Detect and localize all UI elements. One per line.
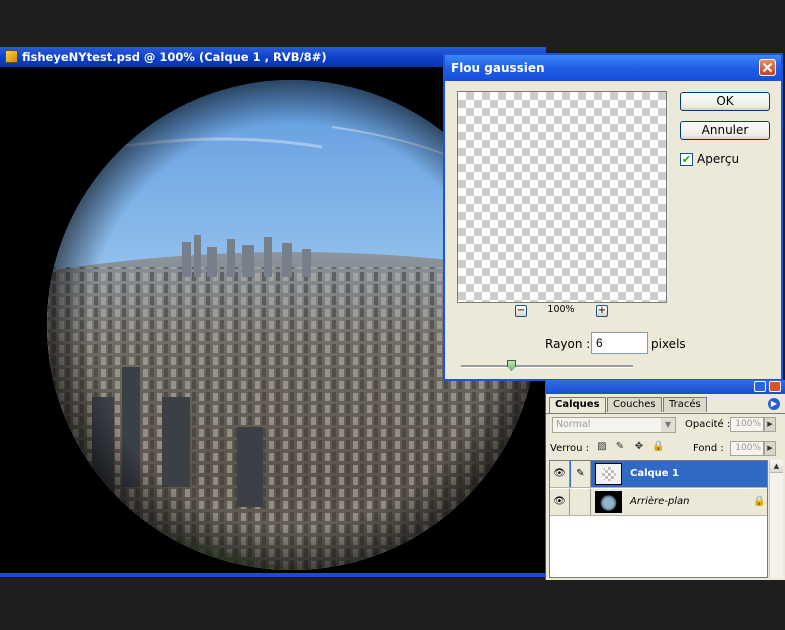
layer-name[interactable]: Calque 1 bbox=[630, 468, 679, 479]
layer-thumbnail bbox=[595, 491, 622, 513]
lock-label: Verrou : bbox=[550, 443, 590, 454]
photoshop-doc-icon bbox=[5, 50, 18, 63]
radius-input[interactable] bbox=[591, 332, 648, 354]
preview-checkbox[interactable]: ✔ bbox=[680, 153, 693, 166]
minimize-icon[interactable] bbox=[754, 381, 766, 392]
panel-title-bar[interactable] bbox=[546, 380, 785, 394]
ok-button[interactable]: OK bbox=[680, 92, 770, 111]
gaussian-blur-dialog: Flou gaussien OK Annuler ✔ Aperçu − 100%… bbox=[443, 53, 783, 381]
lock-icon: 🔒 bbox=[753, 496, 766, 507]
tab-paths[interactable]: Tracés bbox=[663, 397, 707, 412]
layer-list: 👁 ✎ Calque 1 👁 Arrière-plan 🔒 bbox=[549, 460, 768, 578]
fill-input[interactable]: 100% bbox=[730, 441, 764, 456]
blur-preview[interactable] bbox=[457, 91, 667, 303]
panel-tabs: Calques Couches Tracés ▶ bbox=[546, 395, 785, 414]
tab-channels[interactable]: Couches bbox=[607, 397, 662, 412]
radius-unit: pixels bbox=[651, 337, 686, 351]
close-icon[interactable] bbox=[759, 59, 776, 76]
radius-slider-track[interactable] bbox=[461, 365, 633, 368]
document-window-border bbox=[0, 573, 546, 577]
opacity-input[interactable]: 100% bbox=[730, 417, 764, 432]
lock-transparency-icon[interactable]: ▨ bbox=[596, 441, 608, 453]
fill-label: Fond : bbox=[693, 443, 724, 454]
fill-arrow-icon[interactable]: ▶ bbox=[764, 441, 776, 456]
layer-thumbnail bbox=[595, 463, 622, 485]
panel-menu-arrow-icon[interactable]: ▶ bbox=[768, 398, 780, 410]
close-icon[interactable] bbox=[769, 381, 781, 392]
preview-checkbox-label[interactable]: Aperçu bbox=[697, 152, 739, 166]
zoom-level: 100% bbox=[547, 304, 575, 315]
eye-icon[interactable]: 👁 bbox=[550, 489, 570, 515]
layers-panel: Calques Couches Tracés ▶ Normal ▼ Opacit… bbox=[545, 380, 785, 580]
opacity-arrow-icon[interactable]: ▶ bbox=[764, 417, 776, 432]
layer-row-calque-1[interactable]: 👁 ✎ Calque 1 bbox=[550, 461, 767, 488]
document-title: fisheyeNYtest.psd @ 100% (Calque 1 , RVB… bbox=[22, 50, 327, 64]
eye-icon[interactable]: 👁 bbox=[550, 461, 570, 487]
layer-list-scrollbar[interactable]: ▲ bbox=[769, 460, 783, 578]
scroll-up-icon[interactable]: ▲ bbox=[770, 460, 783, 473]
brush-icon[interactable]: ✎ bbox=[571, 461, 591, 487]
blend-mode-value: Normal bbox=[556, 419, 591, 430]
dialog-title: Flou gaussien bbox=[451, 61, 545, 75]
radius-label: Rayon : bbox=[545, 337, 591, 351]
chevron-down-icon: ▼ bbox=[661, 418, 675, 432]
cancel-button[interactable]: Annuler bbox=[680, 121, 770, 140]
tab-layers[interactable]: Calques bbox=[549, 397, 606, 413]
lock-paint-brush-icon[interactable]: ✎ bbox=[614, 441, 626, 453]
dialog-title-bar[interactable]: Flou gaussien bbox=[445, 55, 781, 81]
radius-slider-thumb[interactable] bbox=[507, 360, 516, 371]
zoom-in-button[interactable]: + bbox=[596, 305, 608, 317]
link-slot[interactable] bbox=[571, 489, 591, 515]
zoom-out-button[interactable]: − bbox=[515, 305, 527, 317]
layer-name[interactable]: Arrière-plan bbox=[630, 496, 689, 507]
checkmark-icon: ✔ bbox=[681, 153, 692, 166]
opacity-label: Opacité : bbox=[685, 419, 731, 430]
lock-all-icon[interactable]: 🔒 bbox=[652, 441, 664, 453]
blend-mode-select[interactable]: Normal ▼ bbox=[552, 417, 676, 433]
layer-row-background[interactable]: 👁 Arrière-plan 🔒 bbox=[550, 489, 767, 516]
lock-move-icon[interactable]: ✥ bbox=[633, 441, 645, 453]
